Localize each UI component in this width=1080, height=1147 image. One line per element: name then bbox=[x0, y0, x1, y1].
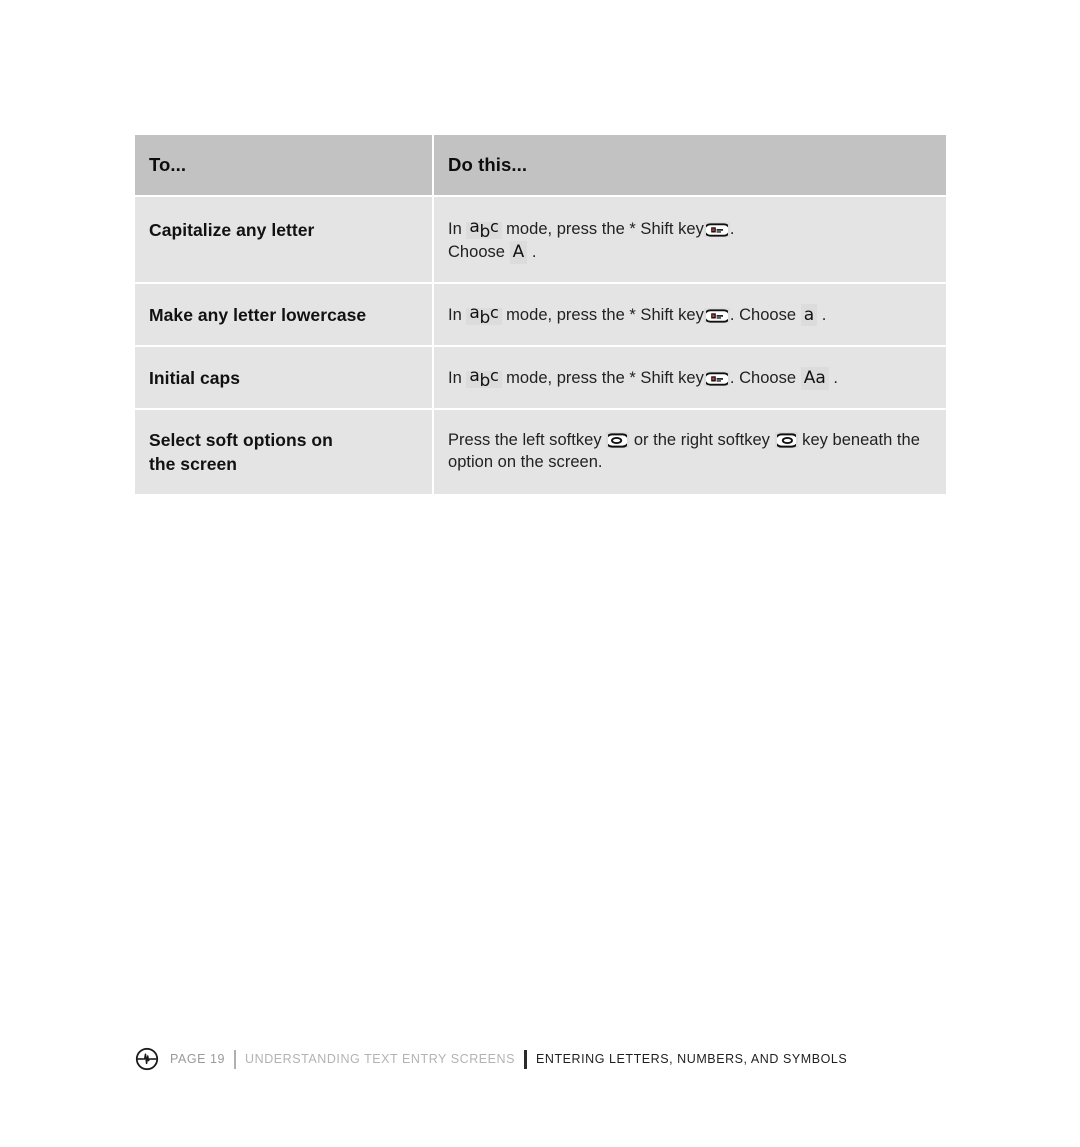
row-body-initial-caps: In abc mode, press the * Shift key . Choo… bbox=[448, 367, 930, 390]
shift-key-icon bbox=[703, 222, 730, 237]
abc-mode-icon: abc bbox=[466, 304, 502, 326]
text-fragment: In bbox=[448, 369, 462, 388]
row-label-select-soft-options: Select soft options on the screen bbox=[149, 429, 418, 476]
shift-key-icon bbox=[703, 307, 730, 323]
row-body-cell: Press the left softkey or the right soft… bbox=[434, 410, 946, 494]
text-fragment: . bbox=[729, 220, 735, 238]
shift-key-icon bbox=[703, 371, 730, 387]
text-fragment: . bbox=[833, 369, 838, 388]
footer-breadcrumb: PAGE 19 UNDERSTANDING TEXT ENTRY SCREENS… bbox=[170, 1049, 848, 1069]
footer-subsection-title: ENTERING LETTERS, NUMBERS, AND SYMBOLS bbox=[536, 1052, 848, 1066]
row-body-select-soft-options: Press the left softkey or the right soft… bbox=[448, 430, 930, 474]
page-footer: PAGE 19 UNDERSTANDING TEXT ENTRY SCREENS… bbox=[135, 1044, 847, 1074]
row-label-cell: Select soft options on the screen bbox=[135, 410, 432, 494]
choice-glyph-uppercase-a: A bbox=[509, 240, 528, 264]
choice-glyph-initial-caps: Aa bbox=[800, 367, 829, 390]
row-body-capitalize-any-letter: In abc mode, press the * Shift key. Choo… bbox=[448, 219, 930, 264]
row-body-cell: In abc mode, press the * Shift key . Choo… bbox=[434, 283, 946, 346]
row-label-make-any-letter-lowercase: Make any letter lowercase bbox=[149, 304, 367, 325]
table-header-row: To... Do this... bbox=[135, 135, 946, 195]
row-body-make-any-letter-lowercase: In abc mode, press the * Shift key . Choo… bbox=[448, 303, 930, 327]
right-softkey-icon bbox=[774, 432, 798, 449]
table-row: Initial caps In abc mode, press the * Sh… bbox=[135, 347, 946, 409]
row-label-cell: Make any letter lowercase bbox=[135, 283, 432, 346]
table-row: Make any letter lowercase In abc mode, p… bbox=[135, 283, 946, 346]
column-header-to: To... bbox=[149, 154, 187, 175]
row-label-cell: Capitalize any letter bbox=[135, 197, 432, 282]
text-fragment: mode, press the * Shift key bbox=[506, 305, 704, 324]
row-label-line-2: the screen bbox=[149, 453, 238, 474]
row-body-cell: In abc mode, press the * Shift key. Choo… bbox=[434, 197, 946, 282]
text-fragment: mode, press the * Shift key bbox=[506, 220, 704, 238]
text-fragment: In bbox=[448, 220, 462, 238]
abc-mode-icon: abc bbox=[466, 219, 502, 241]
row-label-capitalize-any-letter: Capitalize any letter bbox=[149, 220, 315, 240]
text-fragment: . bbox=[821, 305, 827, 324]
table-header-cell-do-this: Do this... bbox=[434, 135, 946, 195]
text-fragment: . Choose bbox=[729, 305, 797, 324]
text-fragment: key beneath the bbox=[802, 431, 920, 450]
row-label-cell: Initial caps bbox=[135, 347, 432, 409]
text-fragment: . bbox=[531, 242, 537, 261]
footer-divider-dark bbox=[524, 1049, 528, 1069]
footer-divider bbox=[234, 1049, 237, 1069]
abc-mode-icon: abc bbox=[466, 368, 502, 390]
left-softkey-icon bbox=[606, 432, 630, 449]
table-row: Select soft options on the screen Press … bbox=[135, 410, 946, 494]
column-header-do-this: Do this... bbox=[448, 154, 528, 175]
choice-glyph-lowercase-a: a bbox=[800, 303, 818, 327]
row-body-cell: In abc mode, press the * Shift key . Choo… bbox=[434, 347, 946, 409]
text-fragment: option on the screen. bbox=[448, 453, 603, 472]
text-fragment: mode, press the * Shift key bbox=[506, 369, 704, 388]
text-fragment: or the right softkey bbox=[633, 431, 770, 450]
row-label-initial-caps: Initial caps bbox=[149, 368, 241, 389]
table-row: Capitalize any letter In abc mode, press… bbox=[135, 197, 946, 282]
row-label-line-1: Select soft options on bbox=[149, 430, 333, 451]
footer-section-title: UNDERSTANDING TEXT ENTRY SCREENS bbox=[245, 1052, 516, 1066]
signal-circle-logo-icon bbox=[135, 1047, 159, 1071]
text-fragment: Choose bbox=[448, 242, 505, 261]
text-fragment: In bbox=[448, 305, 462, 324]
instructions-table: To... Do this... Capitalize any letter I… bbox=[135, 135, 946, 494]
table-header-cell-to: To... bbox=[135, 135, 432, 195]
text-fragment: . Choose bbox=[729, 369, 797, 388]
text-fragment: Press the left softkey bbox=[448, 431, 602, 450]
footer-page-number: PAGE 19 bbox=[170, 1052, 226, 1066]
